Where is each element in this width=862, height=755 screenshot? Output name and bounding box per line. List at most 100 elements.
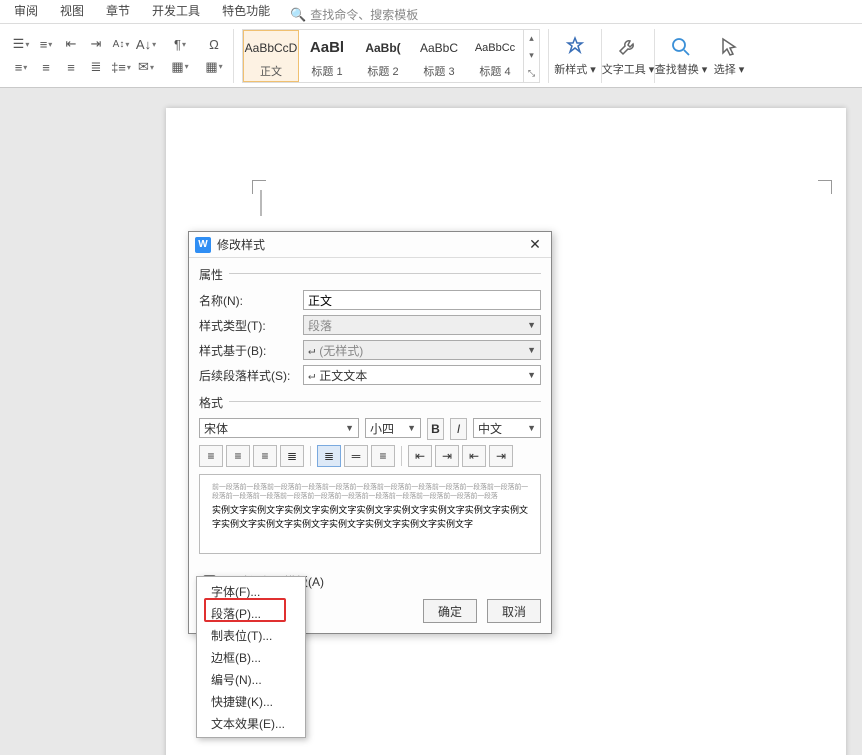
size-combo[interactable]: 小四▼ [365,418,421,438]
text-cursor [260,190,262,216]
borders-button[interactable]: ▦ [169,57,191,77]
return-icon: ↵ [308,343,315,357]
ribbon-tabs: 审阅 视图 章节 开发工具 特色功能 🔍 查找命令、搜索模板 [0,0,862,24]
section-properties: 属性 [199,266,223,283]
styles-expand[interactable]: ⤡ [524,65,539,82]
wrench-icon [616,35,640,59]
tab-review[interactable]: 审阅 [4,0,48,23]
next-combo[interactable]: ↵正文文本▼ [303,365,541,385]
table-button[interactable]: ▦ [203,57,225,77]
chevron-down-icon: ▼ [345,423,354,433]
bold-button[interactable]: B [427,418,444,440]
tab-chapter[interactable]: 章节 [96,0,140,23]
align-right-button[interactable]: ≡ [60,57,82,77]
spacing-loose-btn[interactable]: ≡ [371,445,395,467]
styles-gallery: AaBbCcD 正文 AaBl 标题 1 AaBb( 标题 2 AaBbC 标题… [236,26,546,85]
tab-devtools[interactable]: 开发工具 [142,0,210,23]
chevron-down-icon: ▼ [527,423,536,433]
style-heading4[interactable]: AaBbCc 标题 4 [467,30,523,82]
style-heading3[interactable]: AaBbC 标题 3 [411,30,467,82]
para-marks-button[interactable]: ¶ [169,35,191,55]
cursor-icon [717,35,741,59]
select-button[interactable]: 选择 ▾ [705,35,753,77]
return-icon: ↵ [308,368,315,382]
lang-combo[interactable]: 中文▼ [473,418,541,438]
indent-l1-btn[interactable]: ⇤ [408,445,432,467]
justify-btn[interactable]: ≣ [317,445,341,467]
modify-style-dialog: W 修改样式 ✕ 属性 名称(N): 样式类型(T): 段落▼ 样式基于(B):… [188,231,552,634]
based-label: 样式基于(B): [199,342,297,359]
styles-up[interactable]: ▴ [524,30,539,47]
chevron-down-icon: ▼ [527,320,536,330]
font-combo[interactable]: 宋体▼ [199,418,359,438]
sort-button[interactable]: A↓ [135,34,157,54]
margin-corner-tl [252,180,266,194]
search-icon: 🔍 [290,7,306,23]
indent-r1-btn[interactable]: ⇤ [462,445,486,467]
new-style-icon [563,35,587,59]
menu-numbering[interactable]: 编号(N)... [197,668,305,690]
preview-before: 前一段落前一段落前一段落前一段落前一段落前一段落前一段落前一段落前一段落前一段落… [212,483,528,501]
numbering-button[interactable]: ≡ [35,34,57,54]
align-left-button[interactable]: ≡ [10,57,32,77]
dialog-titlebar[interactable]: W 修改样式 ✕ [189,232,551,258]
style-normal[interactable]: AaBbCcD 正文 [243,30,299,82]
align-justify-button[interactable]: ≣ [85,57,107,77]
align-center-button[interactable]: ≡ [35,57,57,77]
menu-font[interactable]: 字体(F)... [197,580,305,602]
type-label: 样式类型(T): [199,317,297,334]
tab-features[interactable]: 特色功能 [212,0,280,23]
tools-col: Ω ▦ [197,26,231,85]
spacing-tight-btn[interactable]: ═ [344,445,368,467]
cancel-button[interactable]: 取消 [487,599,541,623]
align-dist-btn[interactable]: ≣ [280,445,304,467]
style-heading1[interactable]: AaBl 标题 1 [299,30,355,82]
dialog-title: 修改样式 [217,236,265,253]
misc-group: ¶ ▦ [163,26,197,85]
indent-r2-btn[interactable]: ⇥ [489,445,513,467]
format-dropdown-menu: 字体(F)... 段落(P)... 制表位(T)... 边框(B)... 编号(… [196,576,306,738]
align-center-btn[interactable]: ≡ [226,445,250,467]
indent-l2-btn[interactable]: ⇥ [435,445,459,467]
wps-logo-icon: W [195,237,211,253]
styles-down[interactable]: ▾ [524,47,539,64]
menu-border[interactable]: 边框(B)... [197,646,305,668]
name-input[interactable] [303,290,541,310]
ribbon: ☰ ≡ ⇤ ⇥ A↕ A↓ ≡ ≡ ≡ ≣ ‡≡ ✉ ¶ ▦ Ω ▦ AaBbC… [0,24,862,88]
symbol-button[interactable]: Ω [203,35,225,55]
text-scale-button[interactable]: A↕ [110,34,132,54]
name-label: 名称(N): [199,292,297,309]
margin-corner-tr [818,180,832,194]
indent-dec-button[interactable]: ⇤ [60,34,82,54]
text-tools-button[interactable]: 文字工具 ▾ [604,35,652,77]
menu-tabs[interactable]: 制表位(T)... [197,624,305,646]
close-icon[interactable]: ✕ [525,235,545,255]
command-search[interactable]: 🔍 查找命令、搜索模板 [290,6,418,23]
preview-box: 前一段落前一段落前一段落前一段落前一段落前一段落前一段落前一段落前一段落前一段落… [199,474,541,554]
based-combo[interactable]: ↵(无样式)▼ [303,340,541,360]
search-placeholder: 查找命令、搜索模板 [310,6,418,23]
bullets-button[interactable]: ☰ [10,34,32,54]
line-spacing-button[interactable]: ‡≡ [110,57,132,77]
chevron-down-icon: ▼ [527,370,536,380]
ok-button[interactable]: 确定 [423,599,477,623]
next-label: 后续段落样式(S): [199,367,297,384]
tab-view[interactable]: 视图 [50,0,94,23]
paragraph-group: ☰ ≡ ⇤ ⇥ A↕ A↓ ≡ ≡ ≡ ≣ ‡≡ ✉ [4,26,163,85]
find-replace-button[interactable]: 查找替换 ▾ [657,35,705,77]
menu-shortcut[interactable]: 快捷键(K)... [197,690,305,712]
chevron-down-icon: ▼ [527,345,536,355]
align-right-btn[interactable]: ≡ [253,445,277,467]
new-style-button[interactable]: 新样式 ▾ [551,35,599,77]
magnifier-icon [669,35,693,59]
indent-inc-button[interactable]: ⇥ [85,34,107,54]
style-heading2[interactable]: AaBb( 标题 2 [355,30,411,82]
italic-button[interactable]: I [450,418,467,440]
menu-paragraph[interactable]: 段落(P)... [197,602,305,624]
align-left-btn[interactable]: ≡ [199,445,223,467]
styles-more: ▴ ▾ ⤡ [523,30,539,82]
shading-button[interactable]: ✉ [135,57,157,77]
preview-sample: 实例文字实例文字实例文字实例文字实例文字实例文字实例文字实例文字实例文字实例文字… [212,504,528,531]
menu-texteffect[interactable]: 文本效果(E)... [197,712,305,734]
type-combo: 段落▼ [303,315,541,335]
